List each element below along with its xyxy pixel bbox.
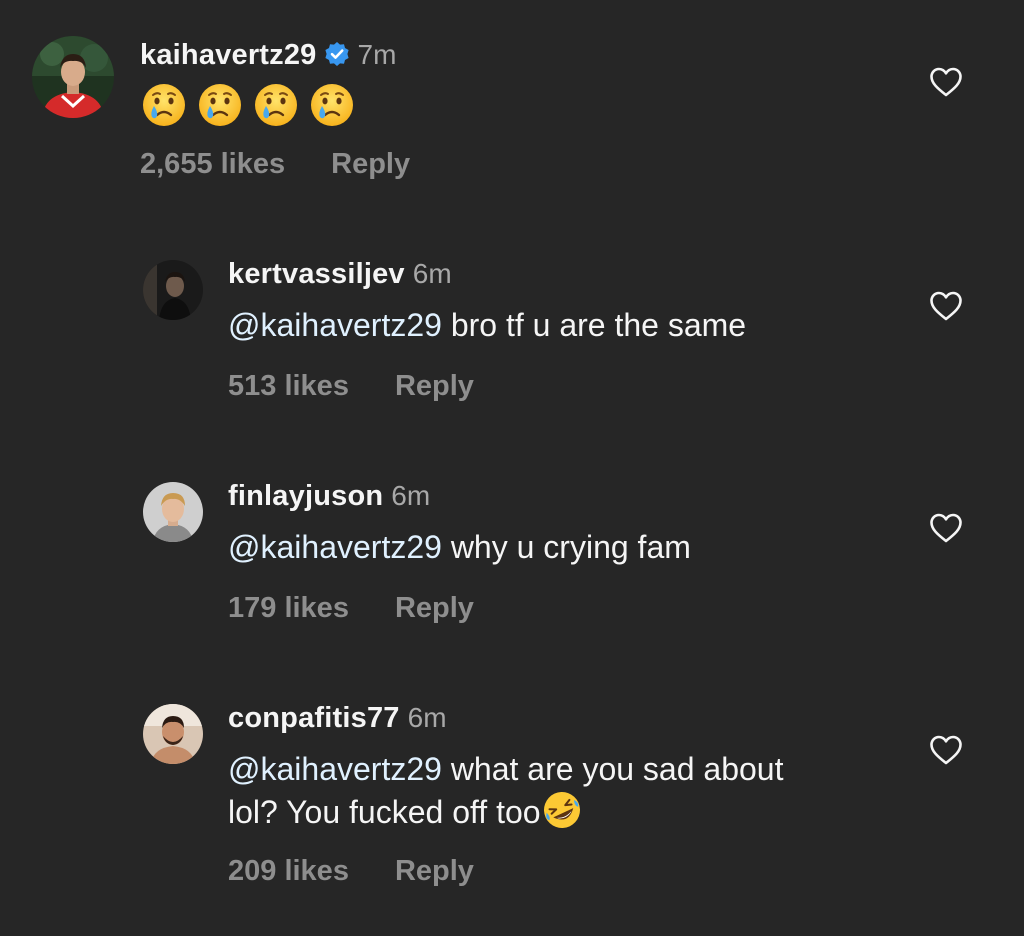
username[interactable]: finlayjuson	[228, 480, 383, 513]
avatar[interactable]	[143, 482, 203, 542]
mention-link[interactable]: @kaihavertz29	[228, 529, 442, 565]
verified-badge-icon	[324, 42, 349, 66]
heart-icon[interactable]	[929, 291, 963, 321]
comment-text: @kaihavertz29 what are you sad about lol…	[228, 748, 788, 833]
crying-face-icon	[309, 82, 355, 128]
comment-body: bro tf u are the same	[441, 307, 747, 343]
comment-text: @kaihavertz29 why u crying fam	[228, 526, 868, 568]
comment-time: 6m	[412, 258, 452, 289]
likes-count[interactable]: 513 likes	[228, 370, 349, 403]
crying-face-icon	[197, 82, 243, 128]
avatar[interactable]	[143, 260, 203, 320]
likes-count[interactable]: 179 likes	[228, 592, 349, 625]
heart-icon[interactable]	[929, 67, 963, 97]
rolling-on-floor-laughing-icon	[542, 790, 582, 830]
crying-face-icon	[253, 82, 299, 128]
heart-icon[interactable]	[929, 735, 963, 765]
heart-icon[interactable]	[929, 513, 963, 543]
crying-face-icon	[141, 82, 187, 128]
username[interactable]: kertvassiljev	[228, 258, 405, 291]
reply-button[interactable]: Reply	[331, 148, 410, 181]
comment-text: @kaihavertz29 bro tf u are the same	[228, 304, 868, 346]
comment-time: 6m	[391, 480, 431, 511]
reply-button[interactable]: Reply	[395, 592, 474, 625]
username[interactable]: kaihavertz29	[140, 39, 317, 72]
mention-link[interactable]: @kaihavertz29	[228, 751, 442, 787]
mention-link[interactable]: @kaihavertz29	[228, 307, 442, 343]
comment-body: why u crying fam	[441, 529, 691, 565]
comment-time: 6m	[407, 702, 447, 733]
avatar[interactable]	[32, 36, 114, 118]
avatar[interactable]	[143, 704, 203, 764]
comment-time: 7m	[357, 39, 397, 70]
reply-button[interactable]: Reply	[395, 370, 474, 403]
emoji-row	[141, 82, 355, 128]
likes-count[interactable]: 2,655 likes	[140, 148, 285, 181]
username[interactable]: conpafitis77	[228, 702, 400, 735]
reply-button[interactable]: Reply	[395, 855, 474, 888]
likes-count[interactable]: 209 likes	[228, 855, 349, 888]
